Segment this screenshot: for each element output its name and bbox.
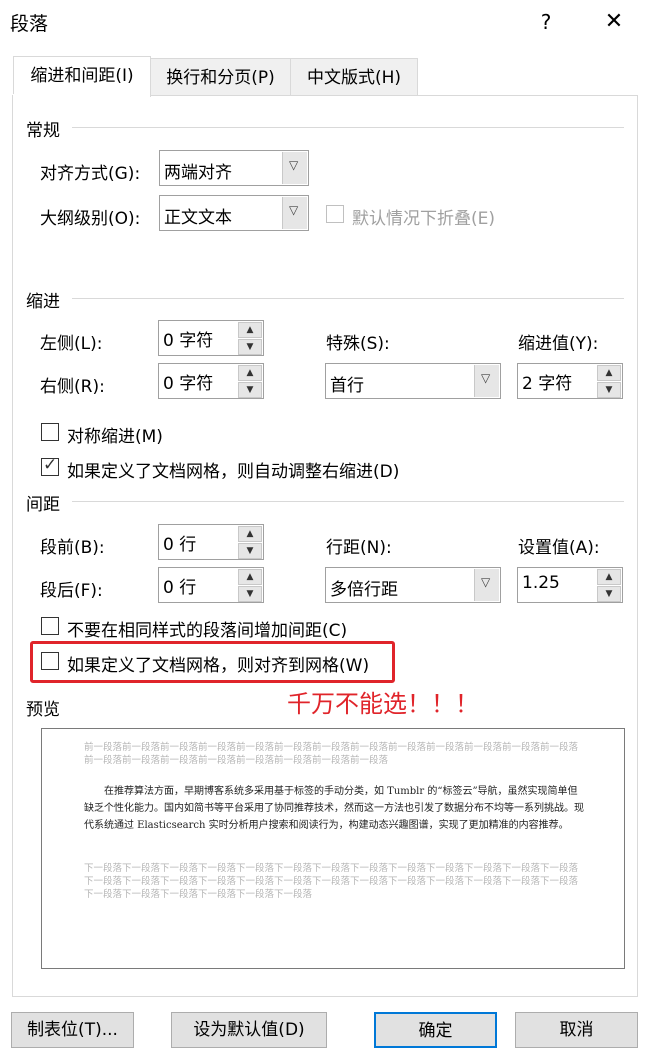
spin-down-icon[interactable]: ▼ — [238, 586, 262, 602]
spin-up-icon[interactable]: ▲ — [238, 569, 262, 585]
checkmark-icon: ✓ — [43, 455, 58, 475]
spacing-at-spinner[interactable]: 1.25 ▲ ▼ — [517, 567, 623, 603]
dialog-title: 段落 — [10, 13, 49, 35]
alignment-select[interactable]: 两端对齐 ▽ — [159, 150, 309, 186]
no-space-same-style-checkbox[interactable] — [41, 617, 59, 635]
outline-level-select[interactable]: 正文文本 ▽ — [159, 195, 309, 231]
right-indent-value: 0 字符 — [163, 374, 214, 394]
spacing-at-value[interactable]: 1.25 — [522, 573, 560, 593]
auto-adjust-indent-label: 如果定义了文档网格，则自动调整右缩进(D) — [67, 462, 400, 482]
line-spacing-value: 多倍行距 — [330, 580, 398, 600]
tab-asian-typography[interactable]: 中文版式(H) — [290, 58, 418, 97]
indent-by-spinner[interactable]: 2 字符 ▲ ▼ — [517, 363, 623, 399]
preview-current-paragraph: 在推荐算法方面，早期博客系统多采用基于标签的手动分类，如 Tumblr 的“标签… — [84, 783, 584, 834]
set-default-button[interactable]: 设为默认值(D) — [171, 1012, 327, 1048]
line-spacing-select[interactable]: 多倍行距 ▽ — [325, 567, 501, 603]
auto-adjust-indent-checkbox[interactable]: ✓ — [41, 455, 59, 476]
spacing-divider — [72, 501, 624, 502]
alignment-label: 对齐方式(G): — [40, 164, 141, 184]
no-space-same-style-label: 不要在相同样式的段落间增加间距(C) — [67, 621, 348, 641]
space-before-value: 0 行 — [163, 535, 197, 555]
spin-down-icon[interactable]: ▼ — [597, 382, 621, 398]
chevron-down-icon[interactable]: ▽ — [474, 569, 499, 601]
space-before-label: 段前(B): — [40, 538, 105, 558]
indent-by-value: 2 字符 — [522, 374, 573, 394]
space-after-value: 0 行 — [163, 578, 197, 598]
collapse-checkbox[interactable] — [326, 205, 344, 223]
mirror-indent-label: 对称缩进(M) — [67, 427, 163, 447]
spin-up-icon[interactable]: ▲ — [597, 569, 621, 585]
close-button[interactable]: ✕ — [600, 8, 628, 36]
preview-box: 前一段落前一段落前一段落前一段落前一段落前一段落前一段落前一段落前一段落前一段落… — [41, 728, 625, 969]
spacing-at-label: 设置值(A): — [518, 538, 600, 558]
alignment-value: 两端对齐 — [164, 163, 232, 183]
spin-up-icon[interactable]: ▲ — [597, 365, 621, 381]
general-divider — [72, 127, 624, 128]
title-bar: 段落 ? ✕ — [0, 0, 650, 46]
help-button[interactable]: ? — [532, 8, 560, 36]
collapse-label: 默认情况下折叠(E) — [352, 209, 496, 229]
outline-level-value: 正文文本 — [164, 208, 232, 228]
general-heading: 常规 — [26, 121, 60, 141]
space-after-label: 段后(F): — [40, 581, 103, 601]
red-highlight-box — [30, 641, 395, 683]
indent-by-label: 缩进值(Y): — [518, 334, 599, 354]
spin-down-icon[interactable]: ▼ — [238, 339, 262, 355]
spin-up-icon[interactable]: ▲ — [238, 526, 262, 542]
warning-annotation: 千万不能选！！！ — [287, 690, 479, 718]
spin-down-icon[interactable]: ▼ — [238, 382, 262, 398]
mirror-indent-checkbox[interactable] — [41, 423, 59, 441]
spin-up-icon[interactable]: ▲ — [238, 365, 262, 381]
special-indent-label: 特殊(S): — [326, 334, 390, 354]
preview-heading: 预览 — [26, 700, 60, 720]
line-spacing-label: 行距(N): — [326, 538, 392, 558]
indent-heading: 缩进 — [26, 292, 60, 312]
indent-divider — [72, 298, 624, 299]
right-indent-spinner[interactable]: 0 字符 ▲ ▼ — [158, 363, 264, 399]
left-indent-value: 0 字符 — [163, 331, 214, 351]
tabs-button[interactable]: 制表位(T)... — [11, 1012, 134, 1048]
outline-level-label: 大纲级别(O): — [40, 209, 141, 229]
preview-previous-paragraph: 前一段落前一段落前一段落前一段落前一段落前一段落前一段落前一段落前一段落前一段落… — [84, 742, 579, 766]
spin-down-icon[interactable]: ▼ — [238, 543, 262, 559]
space-after-spinner[interactable]: 0 行 ▲ ▼ — [158, 567, 264, 603]
preview-next-paragraph: 下一段落下一段落下一段落下一段落下一段落下一段落下一段落下一段落下一段落下一段落… — [84, 863, 579, 900]
chevron-down-icon[interactable]: ▽ — [474, 365, 499, 397]
cancel-button[interactable]: 取消 — [515, 1012, 638, 1048]
special-indent-select[interactable]: 首行 ▽ — [325, 363, 501, 399]
chevron-down-icon[interactable]: ▽ — [282, 197, 307, 229]
preview-current-text: 在推荐算法方面，早期博客系统多采用基于标签的手动分类，如 Tumblr 的“标签… — [84, 786, 584, 831]
right-indent-label: 右侧(R): — [40, 377, 105, 397]
spin-up-icon[interactable]: ▲ — [238, 322, 262, 338]
left-indent-label: 左侧(L): — [40, 334, 103, 354]
spin-down-icon[interactable]: ▼ — [597, 586, 621, 602]
left-indent-spinner[interactable]: 0 字符 ▲ ▼ — [158, 320, 264, 356]
tab-line-page-breaks[interactable]: 换行和分页(P) — [149, 58, 292, 97]
chevron-down-icon[interactable]: ▽ — [282, 152, 307, 184]
spacing-heading: 间距 — [26, 495, 60, 515]
space-before-spinner[interactable]: 0 行 ▲ ▼ — [158, 524, 264, 560]
ok-button[interactable]: 确定 — [374, 1012, 497, 1048]
special-indent-value: 首行 — [330, 376, 364, 396]
tab-indent-spacing[interactable]: 缩进和间距(I) — [13, 56, 151, 97]
